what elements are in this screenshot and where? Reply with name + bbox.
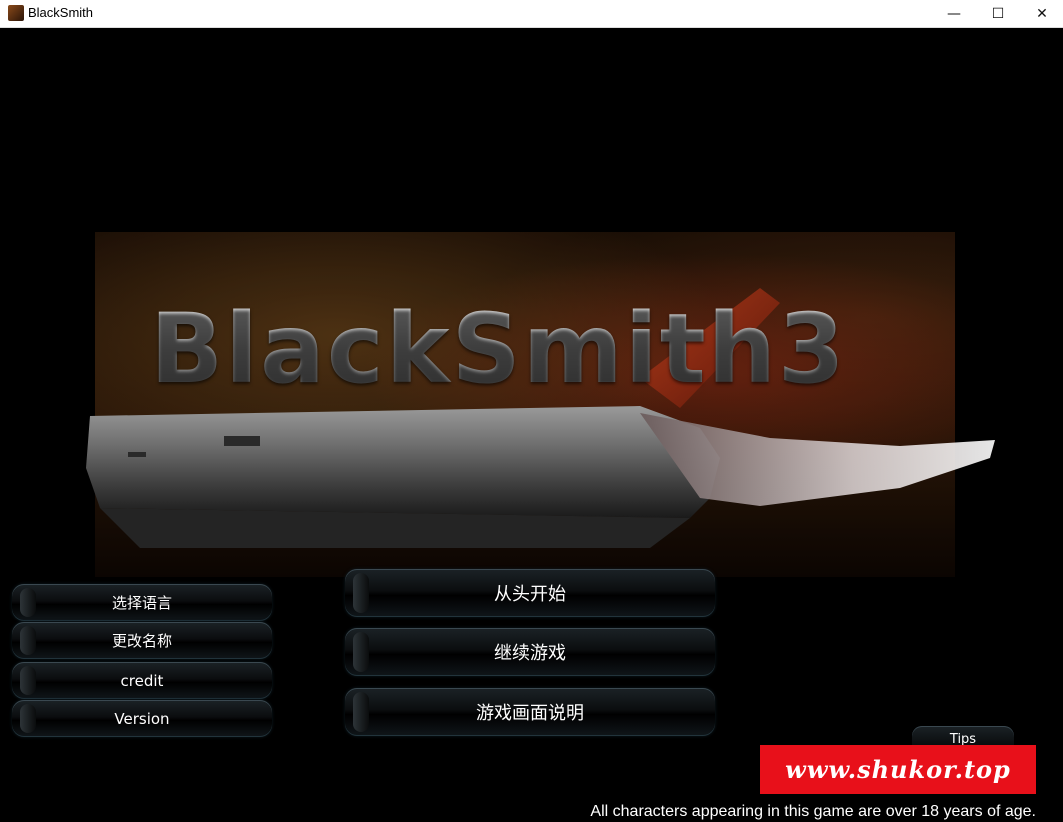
game-canvas: BlackSmith3 选择语言 更改名称 credit Version 从头开…: [0, 28, 1063, 822]
window-titlebar: BlackSmith — ☐ ✕: [0, 0, 1063, 28]
watermark-text: www.shukor.top: [785, 755, 1011, 784]
version-button[interactable]: Version: [12, 700, 272, 737]
new-game-button[interactable]: 从头开始: [345, 569, 715, 617]
watermark-banner: www.shukor.top: [760, 745, 1036, 794]
close-button[interactable]: ✕: [1019, 0, 1063, 27]
app-icon: [8, 5, 24, 21]
select-language-button[interactable]: 选择语言: [12, 584, 272, 621]
continue-game-button[interactable]: 继续游戏: [345, 628, 715, 676]
minimize-button[interactable]: —: [931, 0, 977, 27]
age-disclaimer: All characters appearing in this game ar…: [590, 803, 1036, 820]
change-name-button[interactable]: 更改名称: [12, 622, 272, 659]
game-screen-guide-button[interactable]: 游戏画面说明: [345, 688, 715, 736]
game-logo: BlackSmith3: [150, 293, 847, 405]
maximize-icon: ☐: [991, 5, 1005, 22]
maximize-button[interactable]: ☐: [975, 0, 1021, 27]
window-title: BlackSmith: [28, 5, 94, 20]
minimize-icon: —: [947, 5, 961, 22]
close-icon: ✕: [1036, 5, 1048, 22]
credit-button[interactable]: credit: [12, 662, 272, 699]
